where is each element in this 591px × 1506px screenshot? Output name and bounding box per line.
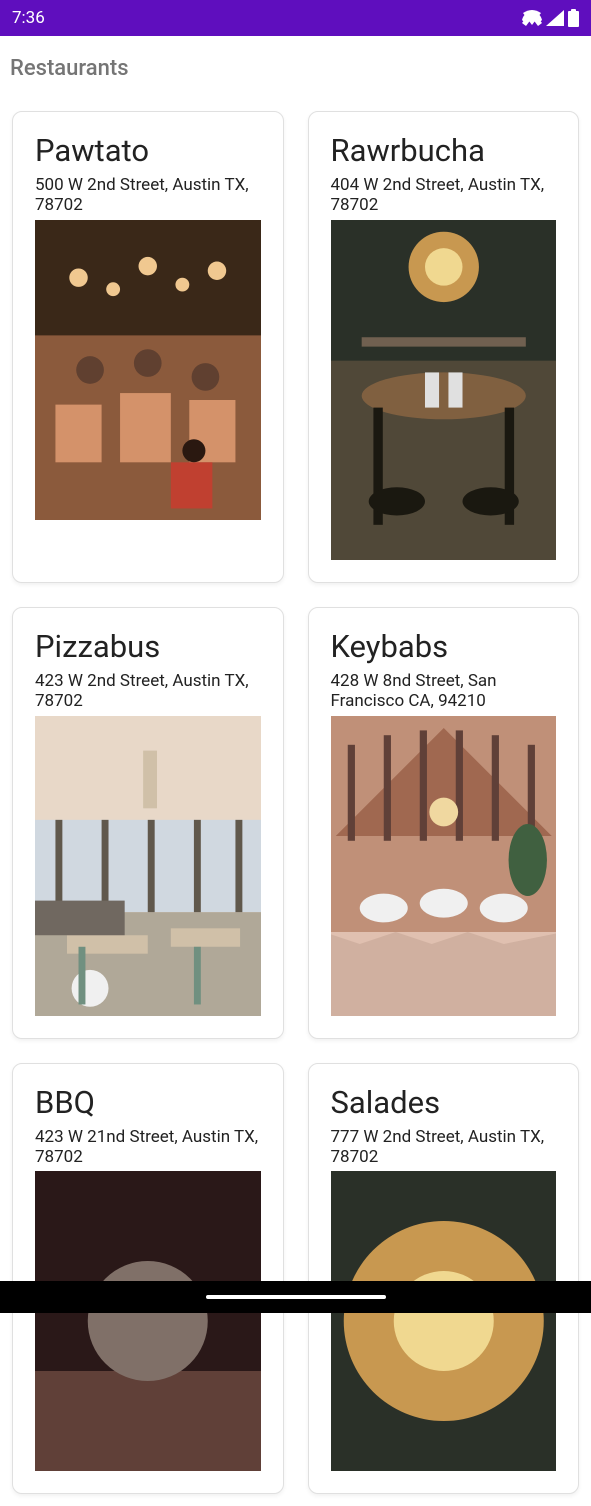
restaurant-name: Rawrbucha (331, 132, 557, 169)
restaurant-name: Pizzabus (35, 628, 261, 665)
status-time: 7:36 (12, 8, 45, 28)
status-bar: 7:36 (0, 0, 591, 36)
status-icons (522, 9, 579, 27)
signal-icon (546, 10, 564, 26)
restaurant-card[interactable]: Pawtato 500 W 2nd Street, Austin TX, 787… (12, 111, 284, 583)
restaurant-address: 423 W 2nd Street, Austin TX, 78702 (35, 671, 261, 712)
restaurant-name: BBQ (35, 1084, 261, 1121)
restaurant-card[interactable]: Rawrbucha 404 W 2nd Street, Austin TX, 7… (308, 111, 580, 583)
restaurant-image (35, 1171, 261, 1471)
navigation-bar (0, 1281, 591, 1313)
restaurant-address: 423 W 21nd Street, Austin TX, 78702 (35, 1127, 261, 1168)
restaurant-address: 777 W 2nd Street, Austin TX, 78702 (331, 1127, 557, 1168)
wifi-icon (522, 10, 542, 26)
restaurant-address: 500 W 2nd Street, Austin TX, 78702 (35, 175, 261, 216)
restaurant-image (35, 716, 261, 1016)
restaurant-image (331, 1171, 557, 1471)
restaurant-name: Keybabs (331, 628, 557, 665)
restaurant-name: Pawtato (35, 132, 261, 169)
restaurant-image (331, 220, 557, 560)
restaurant-card[interactable]: Keybabs 428 W 8nd Street, San Francisco … (308, 607, 580, 1039)
home-indicator[interactable] (206, 1295, 386, 1299)
page-title: Restaurants (0, 36, 591, 91)
restaurant-image (331, 716, 557, 1016)
restaurant-name: Salades (331, 1084, 557, 1121)
restaurant-card[interactable]: BBQ 423 W 21nd Street, Austin TX, 78702 (12, 1063, 284, 1495)
restaurant-address: 428 W 8nd Street, San Francisco CA, 9421… (331, 671, 557, 712)
restaurant-card[interactable]: Salades 777 W 2nd Street, Austin TX, 787… (308, 1063, 580, 1495)
restaurant-address: 404 W 2nd Street, Austin TX, 78702 (331, 175, 557, 216)
battery-icon (568, 9, 579, 27)
restaurant-card[interactable]: Pizzabus 423 W 2nd Street, Austin TX, 78… (12, 607, 284, 1039)
restaurant-image (35, 220, 261, 520)
